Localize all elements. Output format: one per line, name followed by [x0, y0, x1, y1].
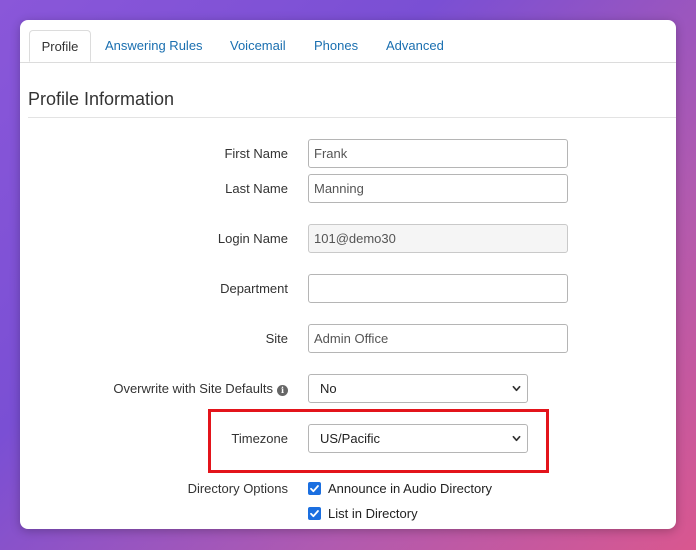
info-icon[interactable]: i [277, 385, 288, 396]
tab-advanced[interactable]: Advanced [386, 30, 444, 62]
announce-audio-directory-option[interactable]: Announce in Audio Directory [308, 481, 492, 497]
section-title: Profile Information [28, 89, 175, 109]
tab-answering-rules[interactable]: Answering Rules [105, 30, 203, 62]
department-label: Department [220, 281, 288, 296]
site-label: Site [265, 331, 288, 346]
checkmark-icon [310, 510, 319, 518]
last-name-label: Last Name [225, 181, 288, 196]
tab-phones[interactable]: Phones [314, 30, 358, 62]
tab-bar: Profile Answering Rules Voicemail Phones… [20, 20, 676, 63]
directory-options-label: Directory Options [187, 481, 288, 496]
list-in-directory-label: List in Directory [328, 506, 418, 521]
overwrite-label-text: Overwrite with Site Defaults [113, 381, 273, 396]
list-in-directory-option[interactable]: List in Directory [308, 506, 418, 522]
department-field[interactable] [308, 274, 568, 303]
announce-audio-directory-label: Announce in Audio Directory [328, 481, 493, 496]
login-name-field [308, 224, 568, 253]
tab-voicemail[interactable]: Voicemail [230, 30, 286, 62]
settings-window: Profile Answering Rules Voicemail Phones… [20, 20, 676, 529]
site-field[interactable] [308, 324, 568, 353]
list-in-directory-checkbox[interactable] [308, 507, 321, 520]
first-name-field[interactable] [308, 139, 568, 168]
announce-audio-directory-checkbox[interactable] [308, 482, 321, 495]
first-name-label: First Name [224, 146, 288, 161]
section-divider [28, 117, 676, 118]
chevron-down-icon [512, 385, 521, 392]
overwrite-selected-value: No [320, 381, 337, 396]
checkmark-icon [310, 485, 319, 493]
overwrite-site-defaults-label: Overwrite with Site Defaults i [113, 381, 288, 396]
tab-profile[interactable]: Profile [29, 30, 91, 62]
timezone-highlight-box [208, 409, 549, 473]
overwrite-site-defaults-select[interactable]: No [308, 374, 528, 403]
login-name-label: Login Name [217, 231, 288, 246]
last-name-field[interactable] [308, 174, 568, 203]
